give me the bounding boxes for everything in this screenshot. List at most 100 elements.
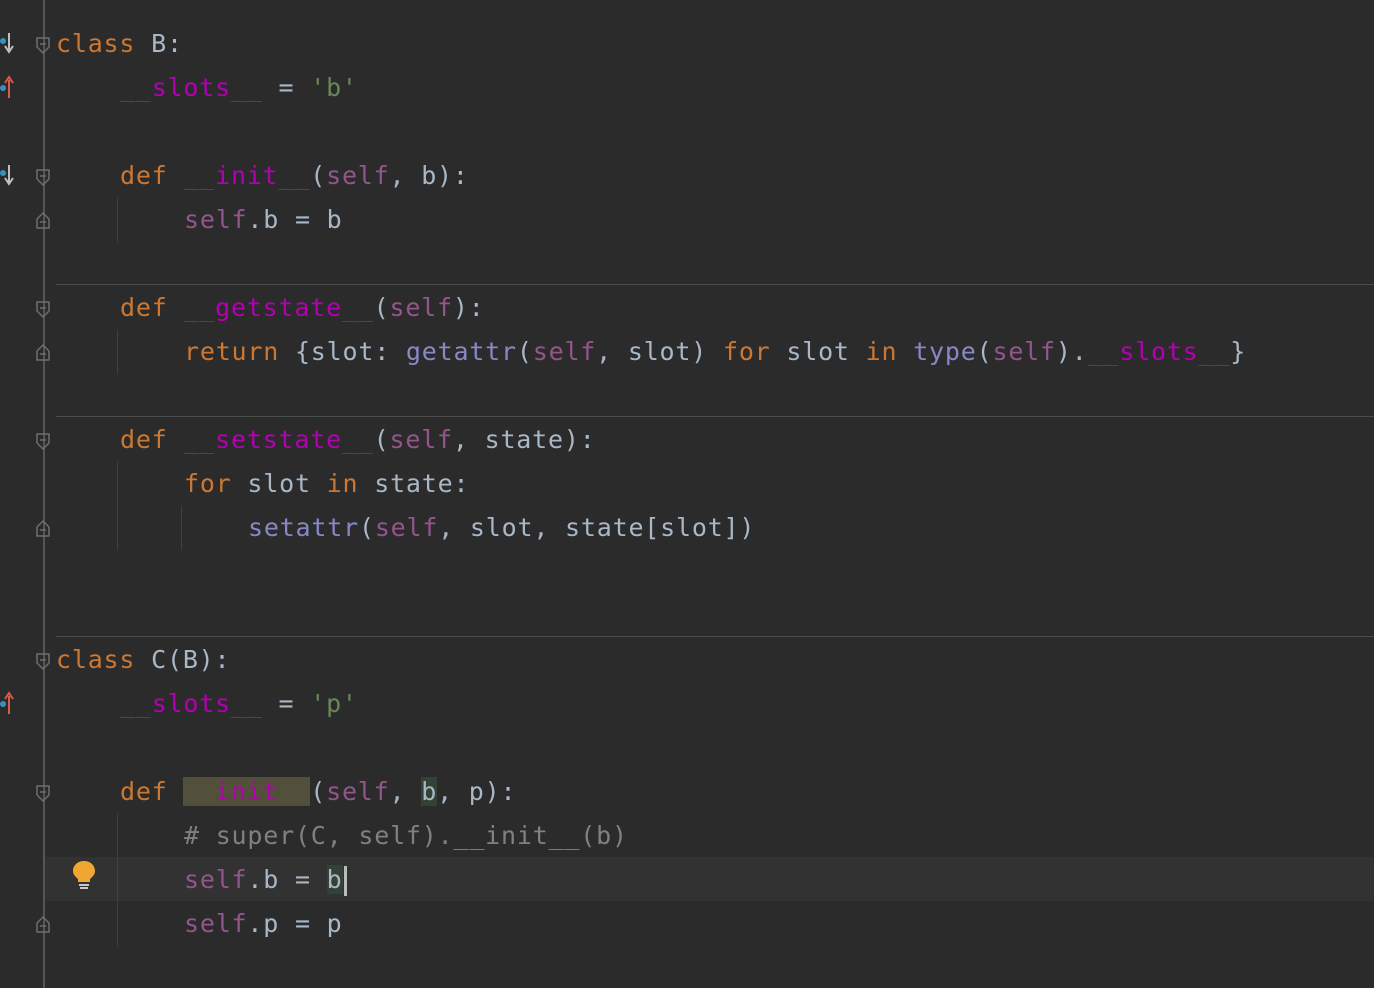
gutter-divider — [43, 0, 45, 988]
keyword: def — [120, 777, 168, 806]
editor-gutter — [0, 0, 45, 988]
code-text: , state): — [452, 425, 596, 454]
fold-close-icon[interactable] — [35, 915, 51, 933]
magic-name: __slots__ — [120, 689, 263, 718]
lightbulb-icon[interactable] — [72, 860, 96, 890]
code-text: slot — [231, 469, 327, 498]
code-line[interactable]: class B: — [56, 22, 183, 66]
builtin-name: setattr — [248, 513, 359, 542]
builtin-name: getattr — [405, 337, 517, 366]
string-literal: 'p' — [310, 689, 358, 718]
method-separator — [56, 636, 1374, 637]
self-keyword: self — [184, 865, 248, 894]
self-keyword: self — [992, 337, 1056, 366]
keyword: class — [56, 645, 136, 674]
code-text: ( — [373, 425, 390, 454]
code-text: ( — [976, 337, 993, 366]
self-keyword: self — [389, 425, 453, 454]
code-text: ( — [310, 161, 327, 190]
fold-close-icon[interactable] — [35, 211, 51, 229]
self-keyword: self — [326, 777, 390, 806]
code-text: } — [1230, 337, 1247, 366]
keyword: def — [120, 425, 168, 454]
code-line[interactable]: class C(B): — [56, 638, 230, 682]
text-caret — [343, 866, 347, 896]
code-line[interactable]: setattr(self, slot, state[slot]) — [248, 506, 755, 550]
code-line[interactable]: def __init__(self, b): — [120, 154, 469, 198]
self-keyword: self — [374, 513, 439, 542]
fold-open-icon[interactable] — [35, 301, 51, 319]
code-text: {slot: — [279, 337, 406, 366]
code-text: .b = b — [247, 205, 343, 234]
code-line[interactable]: def __init__(self, b, p): — [120, 770, 516, 814]
overrides-up-icon[interactable] — [0, 690, 16, 716]
code-text: , — [389, 777, 422, 806]
indent-guide — [117, 198, 118, 242]
method-separator — [56, 284, 1374, 285]
self-keyword: self — [184, 205, 248, 234]
fold-open-icon[interactable] — [35, 785, 51, 803]
code-line[interactable]: self.p = p — [184, 902, 343, 946]
keyword: def — [120, 293, 168, 322]
fold-open-icon[interactable] — [35, 169, 51, 187]
fold-close-icon[interactable] — [35, 519, 51, 537]
magic-name: __slots__ — [1087, 337, 1231, 366]
magic-name: __init__ — [183, 161, 311, 190]
keyword: for — [722, 337, 771, 366]
string-literal: 'b' — [310, 73, 358, 102]
highlighted-param: b — [421, 777, 438, 806]
code-text: , slot, state[slot]) — [438, 513, 756, 542]
code-text: ): — [452, 293, 485, 322]
indent-guide — [117, 462, 118, 550]
code-text: ). — [1055, 337, 1088, 366]
code-text: , p): — [437, 777, 517, 806]
highlighted-init-name: __init__ — [183, 777, 311, 806]
overrides-down-icon[interactable] — [0, 30, 16, 56]
self-keyword: self — [326, 161, 390, 190]
code-line[interactable]: return {slot: getattr(self, slot) for sl… — [184, 330, 1246, 374]
self-keyword: self — [184, 909, 248, 938]
code-text: state: — [358, 469, 470, 498]
code-line[interactable]: self.b = b — [184, 198, 343, 242]
indent-guide — [117, 814, 118, 946]
fold-close-icon[interactable] — [35, 343, 51, 361]
code-line[interactable]: # super(C, self).__init__(b) — [184, 814, 628, 858]
code-line[interactable]: for slot in state: — [184, 462, 469, 506]
keyword: return — [184, 337, 280, 366]
keyword: in — [326, 469, 359, 498]
keyword: in — [865, 337, 898, 366]
comment: # super(C, self).__init__(b) — [184, 821, 628, 850]
code-line[interactable]: def __getstate__(self): — [120, 286, 485, 330]
indent-guide — [117, 330, 118, 374]
magic-name: __getstate__ — [183, 293, 374, 322]
code-text: B: — [135, 29, 183, 58]
magic-name: __setstate__ — [183, 425, 374, 454]
overrides-down-icon[interactable] — [0, 162, 16, 188]
indent-guide — [181, 506, 182, 550]
code-line[interactable]: __slots__ = 'p' — [120, 682, 358, 726]
fold-open-icon[interactable] — [35, 433, 51, 451]
self-keyword: self — [532, 337, 597, 366]
code-text: ( — [373, 293, 390, 322]
code-text: = — [262, 689, 311, 718]
fold-open-icon[interactable] — [35, 653, 51, 671]
self-keyword: self — [389, 293, 453, 322]
keyword: def — [120, 161, 168, 190]
fold-open-icon[interactable] — [35, 37, 51, 55]
code-line-current[interactable]: self.b = b — [184, 858, 347, 902]
code-line[interactable]: def __setstate__(self, state): — [120, 418, 596, 462]
method-separator — [56, 416, 1374, 417]
code-text: ( — [310, 777, 327, 806]
code-text: ( — [516, 337, 533, 366]
code-text: , b): — [389, 161, 469, 190]
code-line[interactable]: __slots__ = 'b' — [120, 66, 358, 110]
overrides-up-icon[interactable] — [0, 74, 16, 100]
keyword: for — [184, 469, 232, 498]
code-text: C(B): — [135, 645, 231, 674]
keyword: class — [56, 29, 136, 58]
magic-name: __slots__ — [120, 73, 263, 102]
code-text: ( — [358, 513, 375, 542]
code-text: = — [262, 73, 311, 102]
code-text: , slot) — [596, 337, 723, 366]
